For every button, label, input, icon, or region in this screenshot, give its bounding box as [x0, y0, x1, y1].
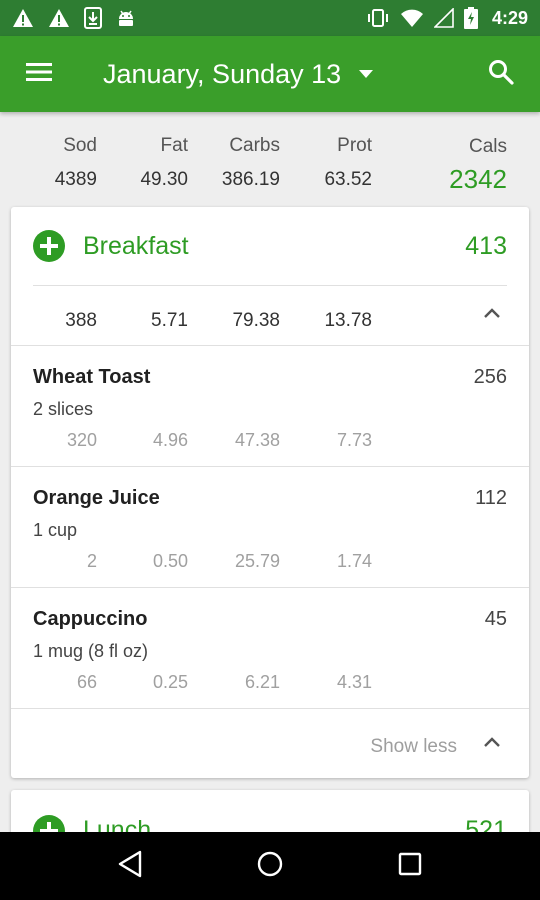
meal-name: Breakfast [83, 232, 189, 260]
recents-icon [398, 852, 422, 881]
food-calories: 112 [475, 487, 507, 509]
meal-calories: 413 [465, 232, 507, 260]
fat-label: Fat [160, 135, 188, 156]
food-fat: 4.96 [152, 430, 188, 450]
food-protein: 4.31 [336, 672, 372, 692]
status-time: 4:29 [491, 7, 528, 28]
total-sodium: Sod 4389 [55, 135, 97, 191]
carbs-label: Carbs [229, 135, 280, 156]
back-button[interactable] [100, 836, 160, 896]
food-fat: 0.25 [152, 672, 188, 692]
add-food-icon[interactable] [33, 230, 65, 267]
total-carbs: Carbs 386.19 [222, 135, 280, 191]
search-button[interactable] [462, 36, 540, 112]
food-sodium: 320 [66, 430, 97, 450]
calories-value: 2342 [449, 164, 507, 194]
back-icon [117, 850, 143, 883]
meal-carbs: 79.38 [232, 310, 280, 331]
android-icon [116, 8, 136, 28]
food-protein: 1.74 [336, 551, 372, 571]
vibrate-icon [366, 8, 390, 28]
status-bar: 4:29 [0, 0, 540, 36]
food-name: Wheat Toast [33, 366, 151, 388]
recents-button[interactable] [380, 836, 440, 896]
sodium-value: 4389 [54, 169, 97, 190]
total-calories: Cals 2342 [449, 136, 507, 195]
warning-icon [48, 8, 70, 28]
meal-nutrient-totals: 388 5.71 79.38 13.78 [11, 286, 529, 345]
food-protein: 7.73 [336, 430, 372, 450]
home-icon [256, 850, 284, 883]
sodium-label: Sod [63, 135, 97, 156]
meal-fat: 5.71 [151, 310, 188, 331]
date-selector[interactable]: January, Sunday 13 [103, 58, 374, 90]
menu-icon [26, 62, 52, 87]
search-icon [488, 59, 514, 90]
food-item[interactable]: Wheat Toast 256 2 slices 320 4.96 47.38 … [11, 346, 529, 467]
menu-button[interactable] [0, 36, 78, 112]
meal-protein: 13.78 [324, 310, 372, 331]
navigation-bar [0, 832, 540, 900]
signal-icon [433, 8, 454, 28]
calories-label: Cals [468, 136, 507, 157]
carbs-value: 386.19 [221, 169, 280, 190]
daily-totals: Sod 4389 Fat 49.30 Carbs 386.19 Prot 63.… [0, 112, 540, 207]
app-bar: January, Sunday 13 [0, 36, 540, 112]
food-carbs: 25.79 [234, 551, 280, 571]
total-protein: Prot 63.52 [324, 135, 372, 191]
show-less-label: Show less [370, 736, 457, 757]
food-serving: 2 slices [33, 399, 94, 419]
warning-icon [12, 8, 34, 28]
food-carbs: 47.38 [234, 430, 280, 450]
battery-charging-icon [463, 7, 478, 29]
meal-card-breakfast: Breakfast 413 388 5.71 79.38 13.78 Wheat… [11, 207, 529, 778]
chevron-up-icon[interactable] [483, 306, 501, 324]
home-button[interactable] [240, 836, 300, 896]
chevron-up-icon [483, 735, 501, 753]
food-fat: 0.50 [152, 551, 188, 571]
food-sodium: 2 [86, 551, 97, 571]
total-fat: Fat 49.30 [140, 135, 188, 191]
meal-header[interactable]: Breakfast 413 [11, 207, 529, 286]
food-serving: 1 mug (8 fl oz) [33, 641, 149, 661]
food-item[interactable]: Cappuccino 45 1 mug (8 fl oz) 66 0.25 6.… [11, 588, 529, 709]
food-carbs: 6.21 [244, 672, 280, 692]
page-title: January, Sunday 13 [103, 58, 342, 89]
food-sodium: 66 [76, 672, 97, 692]
show-less-button[interactable]: Show less [11, 709, 529, 778]
meal-sodium: 388 [65, 310, 97, 331]
wifi-icon [400, 8, 424, 28]
food-serving: 1 cup [33, 520, 78, 540]
food-name: Cappuccino [33, 608, 148, 630]
fat-value: 49.30 [140, 169, 188, 190]
protein-label: Prot [337, 135, 372, 156]
dropdown-arrow-icon [359, 70, 374, 78]
protein-value: 63.52 [324, 169, 372, 190]
food-calories: 45 [484, 608, 507, 630]
food-calories: 256 [473, 366, 507, 388]
download-icon [84, 7, 102, 29]
food-item[interactable]: Orange Juice 112 1 cup 2 0.50 25.79 1.74 [11, 467, 529, 588]
food-name: Orange Juice [33, 487, 160, 509]
